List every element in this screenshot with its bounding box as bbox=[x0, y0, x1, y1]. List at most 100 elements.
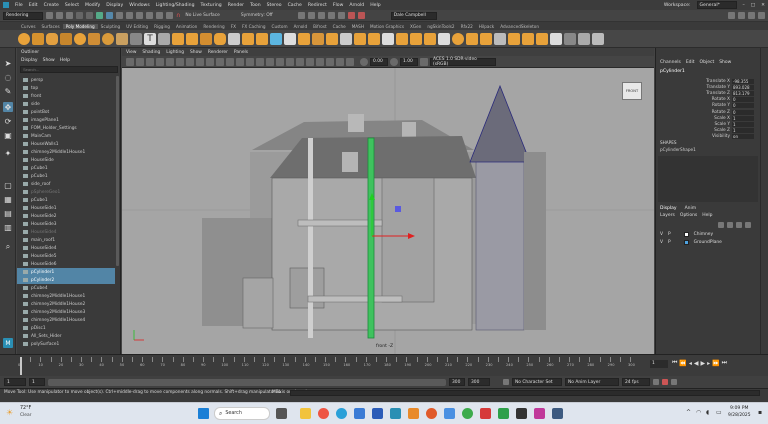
snap-curve-icon[interactable] bbox=[136, 12, 143, 19]
outliner-item[interactable]: All_Sets_Hider bbox=[17, 332, 115, 340]
remesh-icon[interactable] bbox=[256, 32, 268, 45]
wireframe-on-shaded-icon[interactable] bbox=[256, 57, 264, 66]
current-time-marker[interactable] bbox=[20, 357, 22, 375]
mel-command-input[interactable] bbox=[290, 390, 760, 396]
outliner-menu-display[interactable]: Display bbox=[21, 58, 38, 63]
cb-attribute-row[interactable]: Rotate Y0 bbox=[660, 103, 758, 109]
symmetry-label[interactable]: Symmetry: Off bbox=[241, 13, 273, 18]
collapse-icon[interactable] bbox=[410, 32, 422, 45]
playback-end-field[interactable]: 300 bbox=[449, 378, 465, 386]
render-settings-icon[interactable] bbox=[317, 12, 325, 19]
undo-icon[interactable] bbox=[76, 12, 83, 19]
paint-select-icon[interactable]: ✎ bbox=[3, 86, 13, 96]
append-poly-icon[interactable] bbox=[340, 32, 352, 45]
outliner-item[interactable]: HouseSide6 bbox=[17, 260, 115, 268]
shelf-tab-surfaces[interactable]: Surfaces bbox=[39, 24, 63, 29]
menu-flow[interactable]: Flow bbox=[333, 3, 344, 8]
extrude-icon[interactable] bbox=[312, 32, 324, 45]
menu-help[interactable]: Help bbox=[370, 3, 380, 8]
step-forward-icon[interactable]: ▸ bbox=[707, 360, 710, 367]
exposure-icon[interactable] bbox=[360, 57, 368, 66]
poly-cube-icon[interactable] bbox=[32, 32, 44, 45]
step-back-key-icon[interactable]: ⏪ bbox=[679, 360, 686, 367]
clock-time[interactable]: 9:09 PM bbox=[730, 406, 749, 411]
menu-modify[interactable]: Modify bbox=[85, 3, 100, 8]
film-gate-icon[interactable] bbox=[176, 57, 184, 66]
xray-joints-icon[interactable] bbox=[346, 57, 354, 66]
shelf-tab-arnold[interactable]: Arnold bbox=[291, 24, 311, 29]
cb-attribute-value[interactable]: 1 bbox=[732, 121, 754, 127]
outliner-item[interactable]: imagePlane1 bbox=[17, 116, 115, 124]
select-tool-icon[interactable]: ➤ bbox=[3, 58, 13, 68]
wifi-icon[interactable]: ◠ bbox=[696, 409, 701, 416]
app-blue-icon[interactable] bbox=[444, 408, 455, 419]
shelf-tab-custom[interactable]: Custom bbox=[269, 24, 291, 29]
layer-visibility-toggle[interactable]: V bbox=[660, 240, 663, 245]
isolate-select-icon[interactable] bbox=[326, 57, 334, 66]
select-hierarchy-icon[interactable] bbox=[96, 12, 103, 19]
viewport-menu-shading[interactable]: Shading bbox=[142, 50, 160, 55]
shelf-tab-xgen[interactable]: XGen bbox=[407, 24, 424, 29]
viewport-3d[interactable]: FRONT front -Z bbox=[122, 68, 654, 354]
cb-attribute-value[interactable]: 813.179 bbox=[732, 90, 754, 96]
shelf-tab-fx[interactable]: FX bbox=[228, 24, 239, 29]
outliner-item[interactable]: HouseSide4 bbox=[17, 244, 115, 252]
viewport-menu-view[interactable]: View bbox=[126, 50, 136, 55]
move-tool-icon[interactable]: ✥ bbox=[3, 102, 13, 112]
shelf-tab-poly-modeling[interactable]: Poly Modeling bbox=[62, 23, 98, 29]
resolution-gate-icon[interactable] bbox=[186, 57, 194, 66]
animation-prefs-icon[interactable] bbox=[671, 379, 677, 385]
gamma-icon[interactable] bbox=[390, 57, 398, 66]
auto-key-icon[interactable] bbox=[662, 379, 668, 385]
field-chart-icon[interactable] bbox=[206, 57, 214, 66]
tool-settings-icon[interactable] bbox=[748, 12, 755, 19]
camera-attributes-icon[interactable] bbox=[136, 57, 144, 66]
boolean-icon[interactable] bbox=[228, 32, 240, 45]
snap-point-icon[interactable] bbox=[146, 12, 153, 19]
outliner-item[interactable]: pCube4 bbox=[17, 284, 115, 292]
svg-icon[interactable] bbox=[130, 32, 142, 45]
circularize-icon[interactable] bbox=[452, 32, 464, 45]
cb-tab-edit[interactable]: Edit bbox=[686, 60, 695, 65]
outliner-item[interactable]: HouseSide bbox=[17, 156, 115, 164]
outliner-item[interactable]: side_roof bbox=[17, 180, 115, 188]
lasso-tool-icon[interactable]: ◌ bbox=[3, 72, 13, 82]
poly-torus-icon[interactable] bbox=[74, 32, 86, 45]
layer-visibility-toggle[interactable]: V bbox=[660, 232, 663, 237]
layer-menu-layers[interactable]: Layers bbox=[660, 213, 675, 218]
poly-disc-icon[interactable] bbox=[102, 32, 114, 45]
move-manip-plane-handle[interactable] bbox=[395, 206, 401, 212]
soft-select-icon[interactable] bbox=[592, 32, 604, 45]
tray-chevron-icon[interactable]: ^ bbox=[686, 409, 691, 416]
view-transform-dropdown[interactable]: ACES 1.0 SDR-video (sRGB) bbox=[430, 57, 496, 67]
outliner-item[interactable]: polySurface1 bbox=[17, 340, 115, 348]
text-tool-icon[interactable]: T bbox=[144, 32, 156, 45]
wedge-icon[interactable] bbox=[466, 32, 478, 45]
poly-plane-icon[interactable] bbox=[88, 32, 100, 45]
reduce-icon[interactable] bbox=[242, 32, 254, 45]
app-magenta-icon[interactable] bbox=[534, 408, 545, 419]
notification-icon[interactable]: ▪ bbox=[758, 409, 762, 416]
outliner-item[interactable]: pDisc1 bbox=[17, 324, 115, 332]
go-to-end-icon[interactable]: ⏭ bbox=[722, 359, 727, 367]
pencil-icon[interactable] bbox=[564, 32, 576, 45]
layer-row[interactable]: V P GroundPlane bbox=[658, 238, 758, 246]
exposure-field[interactable]: 0.00 bbox=[370, 57, 388, 66]
maximize-icon[interactable]: □ bbox=[751, 3, 755, 8]
shelf-tab-fx-caching[interactable]: FX Caching bbox=[239, 24, 269, 29]
fill-hole-icon[interactable] bbox=[284, 32, 296, 45]
anim-layer-dropdown[interactable]: No Anim Layer bbox=[565, 378, 619, 386]
range-slider[interactable] bbox=[48, 378, 446, 386]
menu-texturing[interactable]: Texturing bbox=[201, 3, 222, 8]
separate-icon[interactable] bbox=[186, 32, 198, 45]
outliner-item[interactable]: top bbox=[17, 84, 115, 92]
shelf-tab-cache[interactable]: Cache bbox=[330, 24, 349, 29]
playback-start-field[interactable]: 1 bbox=[29, 378, 45, 386]
app-dark-icon[interactable] bbox=[516, 408, 527, 419]
insert-edge-loop-icon[interactable] bbox=[354, 32, 366, 45]
time-slider[interactable]: 0102030405060708090100110120130140150160… bbox=[0, 354, 768, 376]
layer-down-icon[interactable] bbox=[727, 222, 733, 228]
channel-box-icon[interactable] bbox=[758, 12, 765, 19]
last-tool-icon[interactable]: ✦ bbox=[3, 148, 13, 158]
outliner-item[interactable]: chimney2Middle1House4 bbox=[17, 316, 115, 324]
